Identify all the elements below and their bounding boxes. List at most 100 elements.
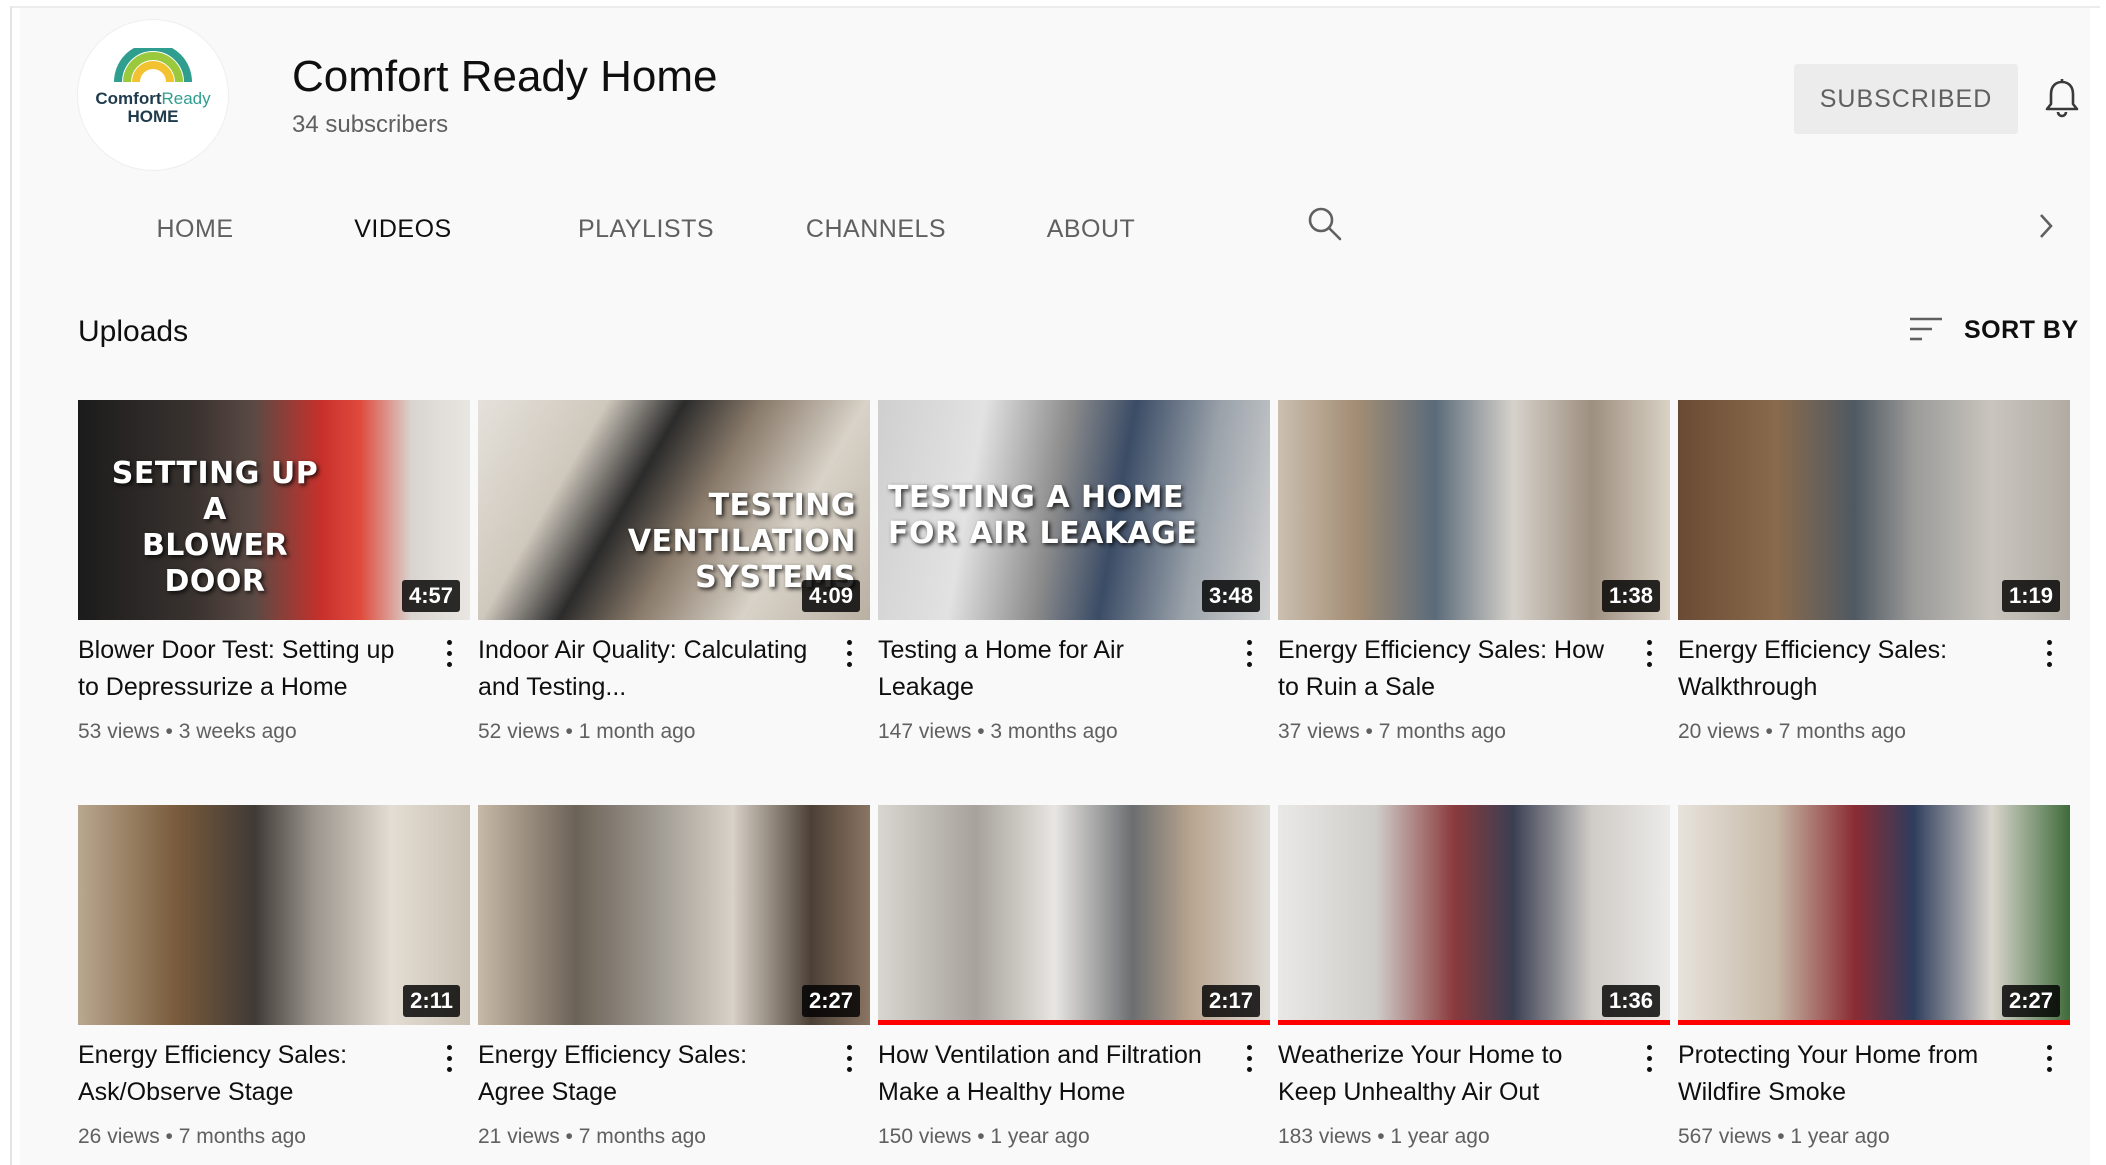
video-title[interactable]: Indoor Air Quality: Calculating and Test… (478, 632, 818, 706)
more-options-dot (1646, 640, 1652, 645)
thumbnail-caption: TESTING A HOME FOR AIR LEAKAGE (888, 480, 1258, 552)
meta-separator: • (1771, 1125, 1791, 1148)
thumbnail-caption-line: BLOWER DOOR (141, 528, 289, 599)
more-options-dot (446, 640, 452, 645)
video-title[interactable]: Energy Efficiency Sales: Ask/Observe Sta… (78, 1037, 418, 1111)
more-options-icon[interactable] (1643, 640, 1655, 674)
sort-icon (1910, 317, 1942, 341)
upload-age: 1 year ago (1390, 1125, 1490, 1148)
more-options-dot (1246, 1056, 1252, 1061)
thumbnail-caption-line: TESTING (708, 488, 856, 523)
view-count: 150 views (878, 1125, 972, 1148)
video-title[interactable]: Blower Door Test: Setting up to Depressu… (78, 632, 418, 706)
tab-playlists[interactable]: PLAYLISTS (556, 188, 736, 270)
video-title[interactable]: Energy Efficiency Sales: Walkthrough (1678, 632, 2018, 706)
video-title[interactable]: Energy Efficiency Sales: How to Ruin a S… (1278, 632, 1618, 706)
tab-channels[interactable]: CHANNELS (776, 188, 976, 270)
more-options-dot (846, 662, 852, 667)
thumbnail-caption: TESTING VENTILATION SYSTEMS (486, 488, 856, 596)
thumbnail-caption-line: TESTING A HOME (888, 480, 1184, 515)
more-options-icon[interactable] (843, 640, 855, 674)
video-thumbnail[interactable]: 2:27 (1678, 805, 2070, 1025)
video-title[interactable]: Testing a Home for Air Leakage (878, 632, 1218, 706)
duration-badge: 2:11 (403, 985, 460, 1017)
meta-separator: • (971, 1125, 991, 1148)
watch-progress-bar (878, 1020, 1270, 1025)
tab-about[interactable]: ABOUT (1016, 188, 1166, 270)
video-meta: 26 views • 7 months ago (78, 1125, 306, 1149)
meta-separator: • (1371, 1125, 1391, 1148)
upload-age: 1 year ago (990, 1125, 1090, 1148)
upload-age: 3 weeks ago (178, 720, 297, 743)
view-count: 37 views (1278, 720, 1360, 743)
video-thumbnail[interactable]: TESTING VENTILATION SYSTEMS 4:09 (478, 400, 870, 620)
more-options-dot (446, 1045, 452, 1050)
duration-badge: 2:17 (1201, 985, 1260, 1017)
view-count: 21 views (478, 1125, 560, 1148)
more-options-icon[interactable] (843, 1045, 855, 1079)
video-title[interactable]: Weatherize Your Home to Keep Unhealthy A… (1278, 1037, 1618, 1111)
more-options-dot (846, 1056, 852, 1061)
more-options-icon[interactable] (443, 640, 455, 674)
more-options-dot (846, 1045, 852, 1050)
duration-badge: 4:57 (401, 580, 460, 612)
view-count: 20 views (1678, 720, 1760, 743)
meta-separator: • (1759, 720, 1779, 743)
upload-age: 1 month ago (578, 720, 696, 743)
video-meta: 21 views • 7 months ago (478, 1125, 706, 1149)
video-title[interactable]: How Ventilation and Filtration Make a He… (878, 1037, 1218, 1111)
video-title[interactable]: Protecting Your Home from Wildfire Smoke (1678, 1037, 2018, 1111)
video-thumbnail[interactable]: 2:11 (78, 805, 470, 1025)
meta-separator: • (559, 1125, 579, 1148)
video-thumbnail[interactable]: SETTING UP A BLOWER DOOR 4:57 (78, 400, 470, 620)
video-thumbnail[interactable]: 2:17 (878, 805, 1270, 1025)
more-options-dot (2046, 651, 2052, 656)
video-thumbnail[interactable]: TESTING A HOME FOR AIR LEAKAGE 3:48 (878, 400, 1270, 620)
meta-separator: • (971, 720, 991, 743)
logo-comfort: Comfort (95, 89, 162, 108)
channel-header: ComfortReady HOME Comfort Ready Home 34 … (20, 8, 2090, 270)
more-options-dot (446, 651, 452, 656)
view-count: 147 views (878, 720, 972, 743)
more-options-dot (846, 651, 852, 656)
view-count: 52 views (478, 720, 560, 743)
video-thumbnail[interactable]: 1:36 (1278, 805, 1670, 1025)
subscriber-count: 34 subscribers (292, 111, 449, 138)
tab-home[interactable]: HOME (120, 188, 270, 270)
more-options-dot (446, 1056, 452, 1061)
duration-badge: 1:36 (1601, 985, 1660, 1017)
channel-avatar[interactable]: ComfortReady HOME (78, 20, 228, 170)
bell-icon[interactable] (2044, 78, 2080, 123)
more-options-icon[interactable] (1643, 1045, 1655, 1079)
more-options-icon[interactable] (443, 1045, 455, 1079)
upload-age: 7 months ago (1778, 720, 1906, 743)
search-icon[interactable] (1305, 204, 1345, 249)
subscribed-button[interactable]: SUBSCRIBED (1794, 64, 2018, 134)
sort-by-button[interactable]: SORT BY (1908, 315, 2079, 345)
video-meta: 150 views • 1 year ago (878, 1125, 1090, 1149)
more-options-icon[interactable] (1243, 1045, 1255, 1079)
videos-content: Uploads SORT BY SETTING UP A BLOWER DOOR 4:… (20, 263, 2090, 1165)
more-options-dot (1646, 651, 1652, 656)
more-options-dot (1646, 1056, 1652, 1061)
logo-wordmark: ComfortReady HOME (78, 90, 228, 126)
more-options-dot (446, 662, 452, 667)
video-thumbnail[interactable]: 1:38 (1278, 400, 1670, 620)
video-title[interactable]: Energy Efficiency Sales: Agree Stage (478, 1037, 818, 1111)
video-meta: 183 views • 1 year ago (1278, 1125, 1490, 1149)
view-count: 567 views (1678, 1125, 1772, 1148)
more-options-icon[interactable] (1243, 640, 1255, 674)
more-options-icon[interactable] (2043, 640, 2055, 674)
video-thumbnail[interactable]: 2:27 (478, 805, 870, 1025)
more-options-dot (1246, 1067, 1252, 1072)
meta-separator: • (159, 1125, 179, 1148)
meta-separator: • (1359, 720, 1379, 743)
channel-tabs: HOME VIDEOS PLAYLISTS CHANNELS ABOUT (120, 188, 1166, 270)
tab-videos[interactable]: VIDEOS (295, 188, 511, 270)
upload-age: 7 months ago (1378, 720, 1506, 743)
duration-badge: 3:48 (1201, 580, 1260, 612)
chevron-right-icon[interactable] (2036, 212, 2056, 245)
video-thumbnail[interactable]: 1:19 (1678, 400, 2070, 620)
thumbnail-caption-line: VENTILATION SYSTEMS (627, 524, 856, 595)
more-options-icon[interactable] (2043, 1045, 2055, 1079)
